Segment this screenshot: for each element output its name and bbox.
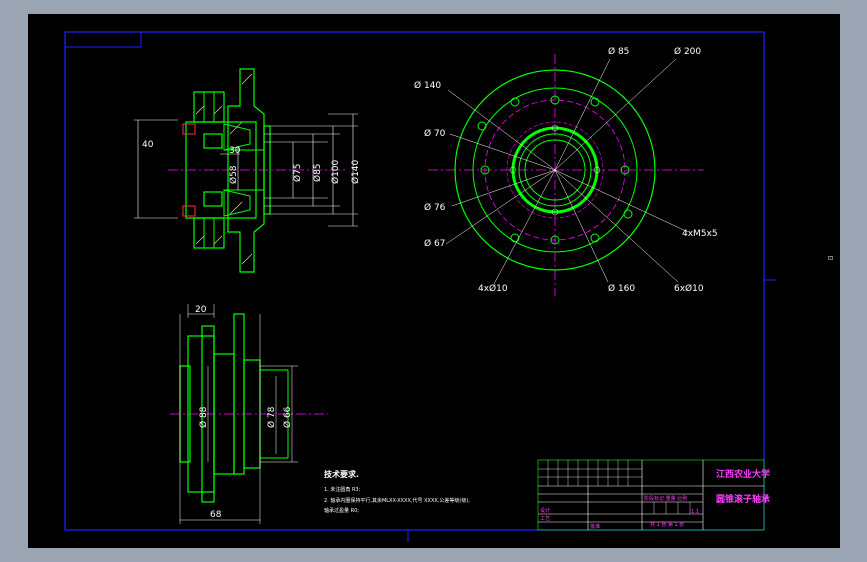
dim-side-68: 68: [210, 510, 222, 520]
dim-front-76: Ø 76: [424, 202, 446, 213]
dim-front-160: Ø 160: [608, 283, 635, 294]
dim-front-thread: 4xM5x5: [682, 229, 718, 239]
dim-40: 40: [142, 140, 154, 150]
side-view: [170, 304, 328, 524]
drawing-canvas[interactable]: 40 30 Ø58 Ø75 Ø85 Ø100 Ø140 Ø 140 Ø 70 Ø…: [28, 14, 840, 548]
row-label-approve: 批准: [590, 523, 600, 530]
dim-front-140: Ø 140: [414, 80, 441, 91]
dim-front-4x10: 4xØ10: [478, 283, 508, 294]
dim-75: Ø75: [292, 163, 303, 182]
front-view: [428, 54, 704, 296]
side-marker: ⊡: [828, 255, 833, 262]
dim-front-6x10: 6xØ10: [674, 283, 704, 294]
tech-line-2: 2. 轴承内圈保持平行,其余MLXX-XXXX,代号 XXXX,公差等级(级),: [324, 497, 470, 504]
tech-heading: 技术要求.: [324, 469, 359, 479]
dim-140: Ø140: [350, 159, 361, 184]
dim-side-88: Ø 88: [198, 406, 209, 428]
dim-front-67: Ø 67: [424, 238, 445, 249]
dim-front-70: Ø 70: [424, 128, 446, 139]
row-label-design: 设计: [540, 507, 550, 514]
dim-100: Ø100: [330, 159, 341, 184]
mark-labels: 阶段标记 重量 比例: [644, 495, 687, 502]
tech-line-1: 1. 未注圆角 R3;: [324, 486, 361, 493]
dim-side-20: 20: [195, 305, 207, 315]
cad-drawing: 40 30 Ø58 Ø75 Ø85 Ø100 Ø140 Ø 140 Ø 70 Ø…: [64, 31, 833, 542]
sheet-info: 共 1 张 第 1 张: [650, 521, 684, 528]
dim-30: 30: [229, 146, 241, 156]
tech-line-3: 轴承过盈量 R0;: [324, 507, 359, 514]
section-view: [168, 68, 358, 273]
dim-side-66: Ø 66: [282, 406, 293, 428]
dim-front-200: Ø 200: [674, 46, 701, 57]
dim-side-78: Ø 78: [266, 406, 277, 428]
part-name: 圆锥滚子轴承: [716, 493, 770, 505]
dim-85: Ø85: [312, 163, 323, 182]
corner-box: [64, 31, 142, 48]
scale-value: 1:1: [691, 509, 699, 515]
school-name: 江西农业大学: [716, 468, 770, 480]
row-label-process: 工艺: [540, 516, 550, 522]
dim-front-85: Ø 85: [608, 46, 629, 57]
drawing-border: [64, 31, 765, 531]
dim-58: Ø58: [228, 165, 239, 184]
